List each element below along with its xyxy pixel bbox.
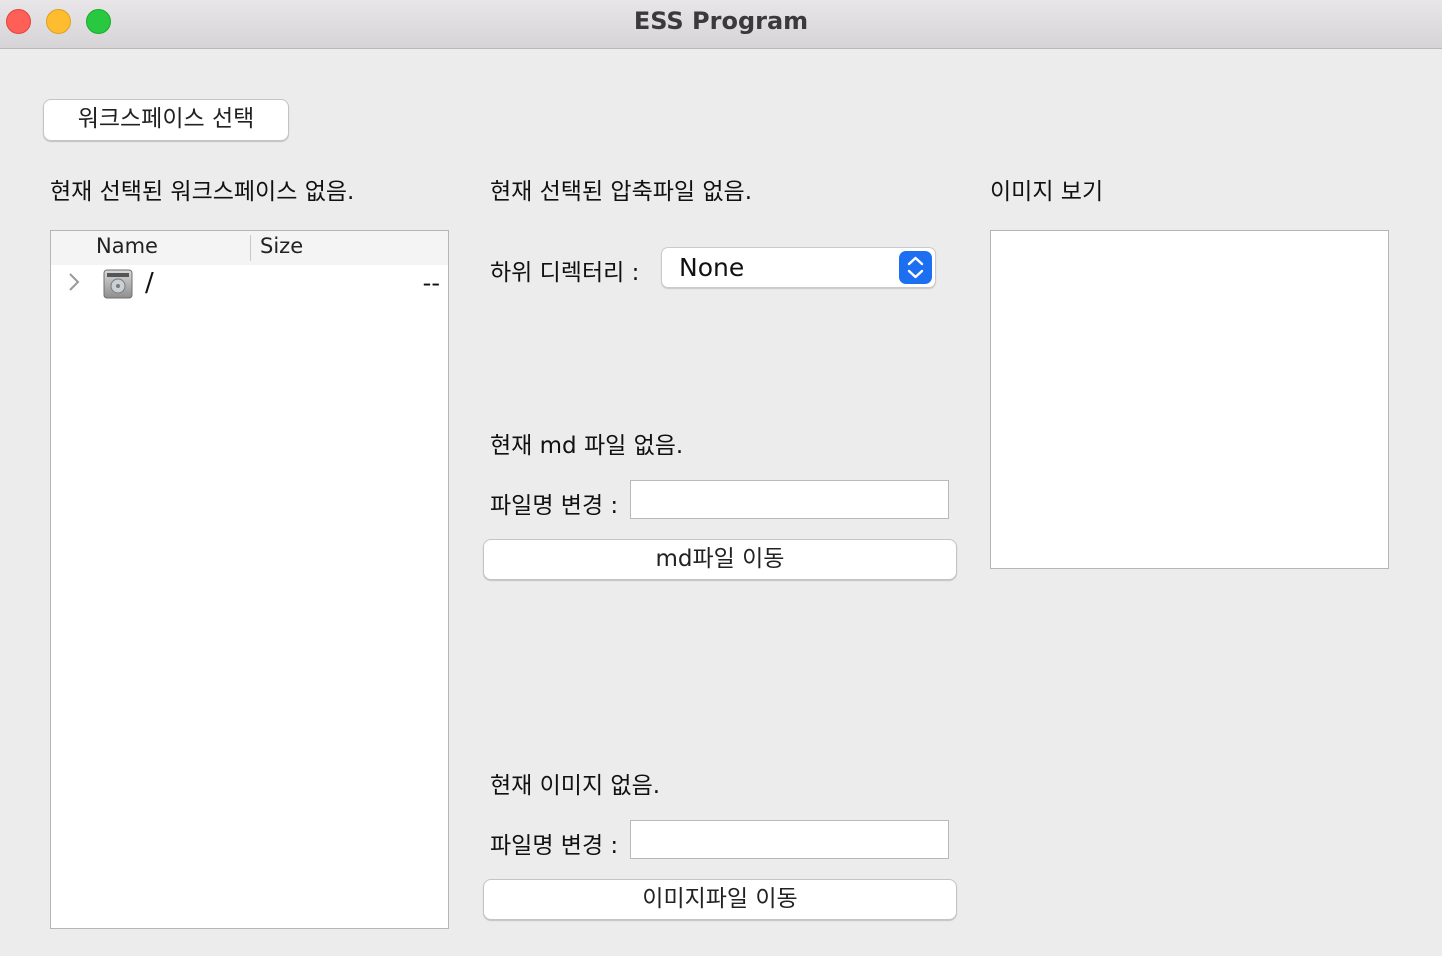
tree-row-name: / <box>145 268 154 298</box>
md-status-label: 현재 md 파일 없음. <box>490 433 684 459</box>
subdir-select[interactable]: None <box>661 247 936 288</box>
subdir-select-value: None <box>679 253 745 282</box>
window-title: ESS Program <box>633 7 809 35</box>
move-image-file-button[interactable]: 이미지파일 이동 <box>483 879 957 920</box>
tree-header: Name Size <box>51 231 448 265</box>
up-down-arrows-icon <box>899 251 932 284</box>
hard-drive-icon <box>103 269 133 299</box>
column-header-name[interactable]: Name <box>96 234 158 258</box>
title-bar: ESS Program <box>0 0 1442 49</box>
chevron-right-icon[interactable] <box>67 271 81 298</box>
image-rename-label: 파일명 변경 : <box>490 833 619 859</box>
subdir-label: 하위 디렉터리 : <box>490 260 640 286</box>
move-md-file-button[interactable]: md파일 이동 <box>483 539 957 580</box>
image-status-label: 현재 이미지 없음. <box>490 773 661 799</box>
workspace-tree[interactable]: Name Size / -- <box>50 230 449 929</box>
workspace-status-label: 현재 선택된 워크스페이스 없음. <box>50 179 355 205</box>
tree-row[interactable]: / -- <box>51 267 448 303</box>
column-header-size[interactable]: Size <box>260 234 303 258</box>
image-preview-label: 이미지 보기 <box>990 179 1104 205</box>
select-workspace-button[interactable]: 워크스페이스 선택 <box>43 99 289 141</box>
md-rename-input[interactable] <box>630 480 949 519</box>
archive-status-label: 현재 선택된 압축파일 없음. <box>490 179 753 205</box>
image-rename-input[interactable] <box>630 820 949 859</box>
image-preview-area <box>990 230 1389 569</box>
column-divider[interactable] <box>250 235 251 261</box>
tree-row-size: -- <box>422 269 440 297</box>
md-rename-label: 파일명 변경 : <box>490 493 619 519</box>
